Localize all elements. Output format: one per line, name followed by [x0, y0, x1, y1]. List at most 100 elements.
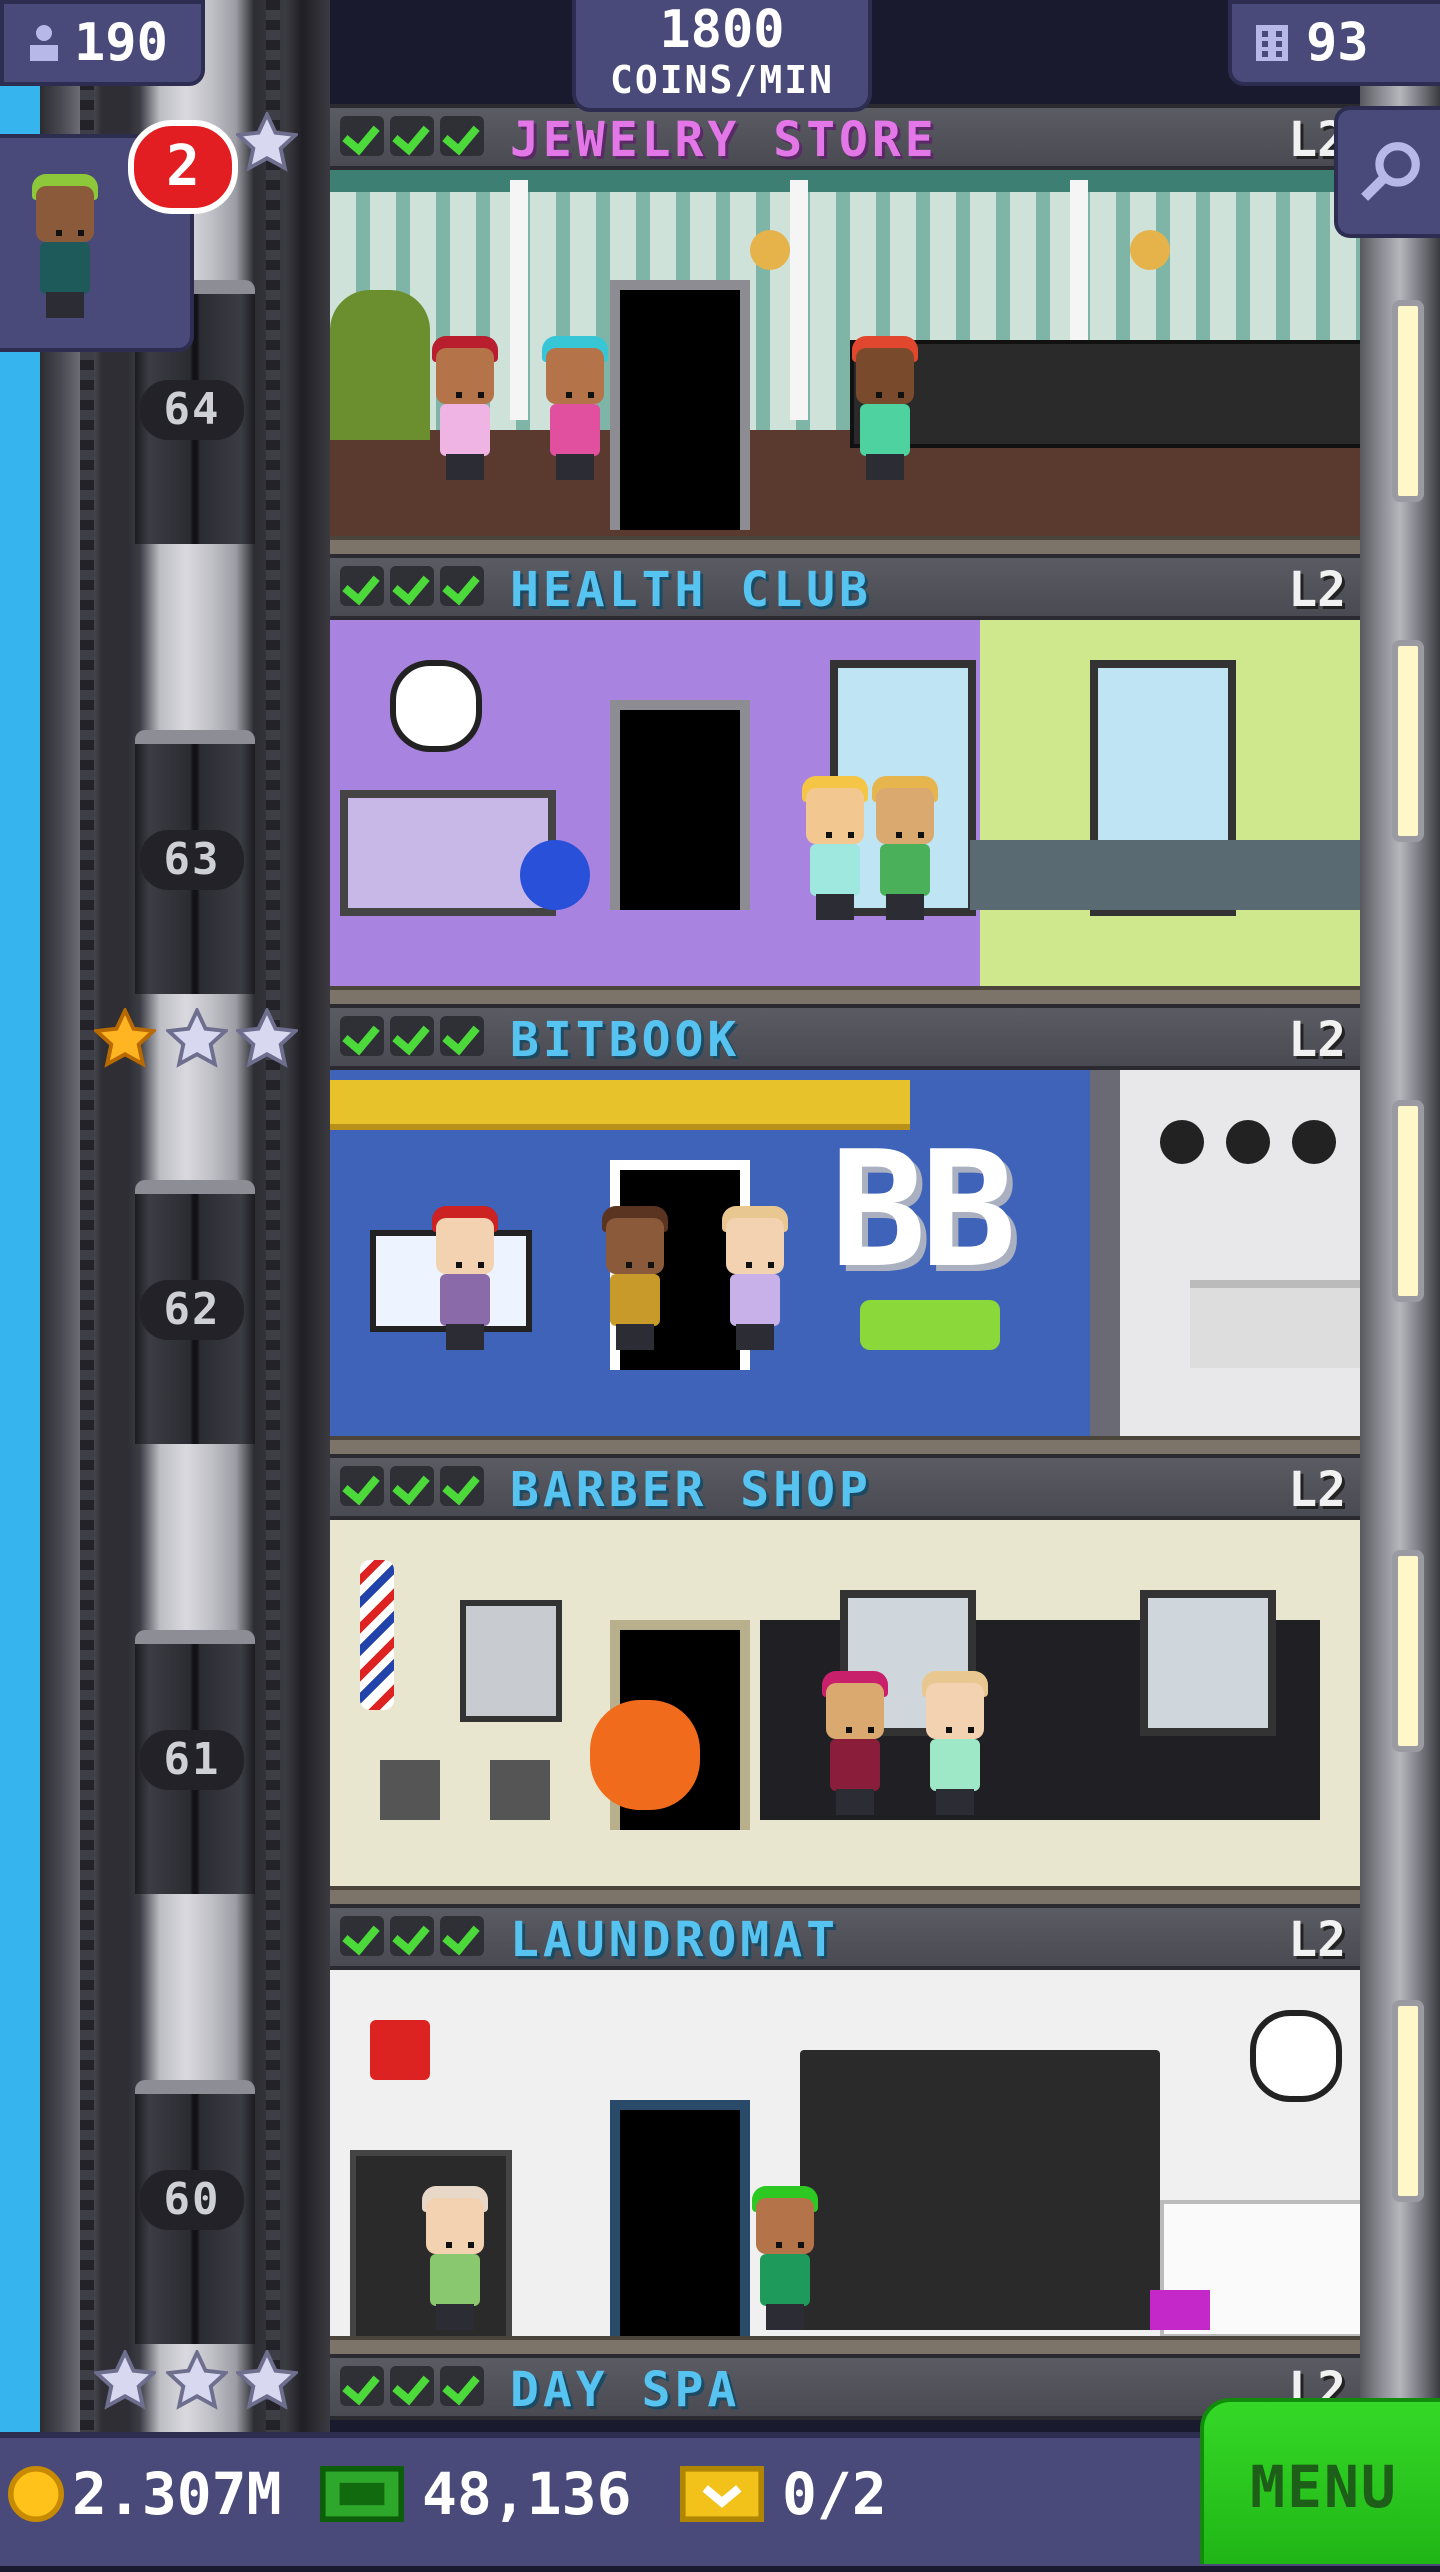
person[interactable]: [540, 330, 610, 480]
floor-level: L2: [1288, 562, 1346, 618]
clock-icon: [1250, 2010, 1342, 2102]
washing-machines: [800, 2050, 1160, 2330]
person[interactable]: [430, 330, 500, 480]
star-icon: [166, 2350, 228, 2412]
checkmark-icon: [440, 1016, 484, 1056]
checkmark-icon: [440, 1466, 484, 1506]
floor-name: DAY SPA: [510, 2362, 741, 2418]
population-value: 190: [74, 13, 168, 73]
checkmark-icon: [390, 1016, 434, 1056]
door: [610, 700, 750, 910]
treadmills: [970, 840, 1360, 910]
floor-health-club[interactable]: HEALTH CLUB L2: [330, 554, 1360, 1004]
checkmark-icon: [340, 1016, 384, 1056]
person[interactable]: [720, 1200, 790, 1350]
no-sign-icon: [370, 2020, 430, 2080]
population-counter[interactable]: 190: [0, 0, 205, 86]
coins-per-minute-label: COINS/MIN: [610, 58, 834, 102]
checkmark-icon: [340, 116, 384, 156]
floor-name: HEALTH CLUB: [510, 562, 872, 618]
search-icon: [1361, 142, 1420, 201]
person[interactable]: [420, 2180, 490, 2330]
laundromat-room: [330, 1970, 1360, 2354]
floor-number-64: 64: [140, 380, 244, 440]
person[interactable]: [600, 1200, 670, 1350]
checkmark-icon: [390, 1916, 434, 1956]
coins-total[interactable]: 2.307M: [8, 2460, 282, 2528]
floor-name: LAUNDROMAT: [510, 1912, 839, 1968]
plant: [330, 290, 430, 440]
floor-count-value: 93: [1306, 13, 1369, 73]
person[interactable]: [870, 770, 940, 920]
person-icon: [30, 25, 58, 61]
floor-number-63: 63: [140, 830, 244, 890]
person[interactable]: [750, 2180, 820, 2330]
floor-level: L2: [1288, 1912, 1346, 1968]
checkmark-icon: [440, 566, 484, 606]
checkmark-icon: [390, 2366, 434, 2406]
checkmark-icon: [390, 566, 434, 606]
star-icon: [236, 1008, 298, 1070]
floor-header: LAUNDROMAT L2: [330, 1904, 1360, 1970]
coins-value: 2.307M: [72, 2460, 282, 2528]
person[interactable]: [920, 1665, 990, 1815]
door: [610, 280, 750, 530]
star-icon: [94, 2350, 156, 2412]
checkmark-icon: [340, 566, 384, 606]
floor-barber-shop[interactable]: BARBER SHOP L2: [330, 1454, 1360, 1904]
chandelier: [1130, 230, 1170, 270]
floor-laundromat[interactable]: LAUNDROMAT L2: [330, 1904, 1360, 2354]
waiting-chair: [490, 1760, 550, 1820]
display-case: [850, 340, 1360, 448]
poster: [460, 1600, 562, 1722]
clock-icon: [390, 660, 482, 752]
shaft-rail-right: [266, 0, 280, 2470]
floor-name: BITBOOK: [510, 1012, 741, 1068]
floor-bitbook[interactable]: BITBOOK L2 BB: [330, 1004, 1360, 1454]
star-icon: [236, 112, 298, 174]
bux-value: 48,136: [422, 2460, 632, 2528]
person[interactable]: [850, 330, 920, 480]
window-light: [1392, 1550, 1424, 1752]
chandelier: [750, 230, 790, 270]
floor-name: BARBER SHOP: [510, 1462, 872, 1518]
floor-level: L2: [1288, 1462, 1346, 1518]
floor-number-60: 60: [140, 2170, 244, 2230]
shaft-rail-left: [80, 0, 94, 2470]
waiting-chair: [380, 1760, 440, 1820]
floor-level: L2: [1288, 1012, 1346, 1068]
coins-per-minute[interactable]: 1800 COINS/MIN: [572, 0, 872, 112]
bitbook-sign: BB: [830, 1116, 1017, 1303]
health-club-room: [330, 620, 1360, 1004]
floor-header: BARBER SHOP L2: [330, 1454, 1360, 1520]
bitbook-room: BB: [330, 1070, 1360, 1454]
checkmark-icon: [340, 2366, 384, 2406]
star-icon: [94, 1008, 156, 1070]
clocks: [1160, 1120, 1340, 1170]
person[interactable]: [800, 770, 870, 920]
person[interactable]: [430, 1200, 500, 1350]
window-light: [1392, 640, 1424, 842]
checkmark-icon: [340, 1916, 384, 1956]
sofa: [860, 1300, 1000, 1350]
rider-count-badge: 2: [128, 120, 238, 214]
coin-icon: [8, 2466, 64, 2522]
mirror: [1140, 1590, 1276, 1736]
bux-total[interactable]: 48,136: [320, 2460, 632, 2528]
floor-counter[interactable]: 93: [1228, 0, 1440, 86]
ceiling-pipe: [330, 1080, 910, 1130]
menu-button[interactable]: MENU: [1200, 2398, 1440, 2564]
window-light: [1392, 300, 1424, 502]
search-button[interactable]: [1334, 106, 1440, 238]
tickets-counter[interactable]: 0/2: [680, 2460, 887, 2528]
building-icon: [1256, 25, 1288, 61]
tickets-value: 0/2: [782, 2460, 887, 2528]
jewelry-store-room: [330, 170, 1360, 554]
floor-name: JEWELRY STORE: [510, 112, 938, 168]
pumpkin-head-person[interactable]: [590, 1700, 700, 1810]
checkmark-icon: [390, 116, 434, 156]
sky-background: [0, 0, 40, 2470]
person[interactable]: [820, 1665, 890, 1815]
floor-jewelry-store[interactable]: JEWELRY STORE L2: [330, 104, 1360, 554]
weight-bench: [340, 790, 556, 916]
